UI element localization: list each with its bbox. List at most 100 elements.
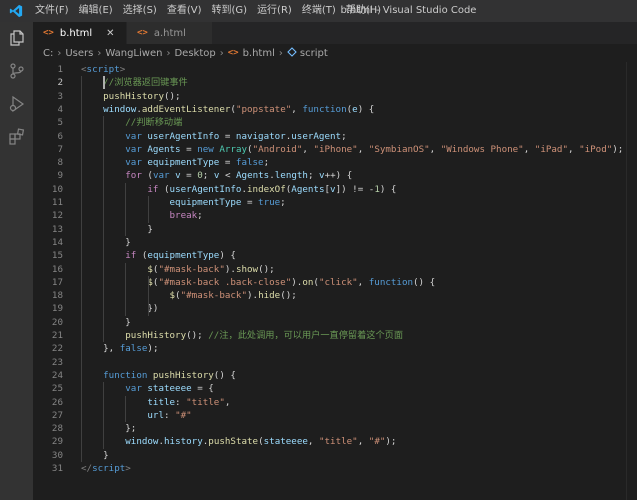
code-line: 17 $("#mask-back .back-close").on("click… <box>33 276 637 289</box>
code-line: 11 equipmentType = true; <box>33 196 637 209</box>
indent-guide <box>147 196 149 223</box>
code-token: () { <box>213 369 236 381</box>
code-token: $ <box>81 290 176 302</box>
run-debug-icon[interactable] <box>0 90 33 118</box>
code-token: (); <box>163 90 181 102</box>
code-text: url: "#" <box>81 409 192 422</box>
code-token: , <box>357 436 369 448</box>
code-token: = <box>219 130 236 142</box>
code-token: = <box>180 143 198 155</box>
code-token: } <box>81 223 153 235</box>
breadcrumb-file[interactable]: b.html <box>243 48 275 59</box>
code-token: indexOf <box>247 183 286 195</box>
code-line: 26 title: "title", <box>33 396 637 409</box>
code-token: Array <box>219 143 248 155</box>
html-file-icon: <> <box>227 48 239 58</box>
breadcrumb-users[interactable]: Users <box>65 48 93 59</box>
code-token: , <box>567 143 580 155</box>
code-token: "title" <box>318 436 358 448</box>
code-text: $("#mask-back").hide(); <box>81 289 297 302</box>
code-token: , <box>523 143 535 155</box>
code-text: var stateeee = { <box>81 382 214 395</box>
code-line: 25 var stateeee = { <box>33 382 637 395</box>
code-token: , <box>224 396 231 408</box>
indent-guide <box>125 182 127 236</box>
line-number: 22 <box>51 343 63 355</box>
code-token: ); <box>612 143 624 155</box>
line-number: 18 <box>51 290 63 302</box>
code-line: 30 } <box>33 449 637 462</box>
code-token: ). <box>291 276 303 288</box>
code-line: 2 //浏览器返回键事件 <box>33 76 637 89</box>
code-token: "iPad" <box>534 143 568 155</box>
code-token: title <box>81 396 176 408</box>
line-number: 7 <box>57 143 63 155</box>
code-token: ]) != - <box>335 183 375 195</box>
code-editor[interactable]: 1 <script> 2 //浏览器返回键事件 3 pushHistory(); 4 w… <box>33 62 637 500</box>
text-cursor <box>103 76 106 90</box>
menu-selection[interactable]: 选择(S) <box>118 0 162 22</box>
code-token: script <box>86 64 120 75</box>
line-number: 1 <box>57 64 63 75</box>
indent-guide <box>147 275 149 316</box>
files-icon[interactable] <box>0 24 33 52</box>
breadcrumb-desktop[interactable]: Desktop <box>174 48 215 59</box>
line-number: 25 <box>51 383 63 395</box>
source-control-icon[interactable] <box>0 57 33 85</box>
code-token: ); <box>147 343 159 355</box>
chevron-right-icon: › <box>57 47 62 59</box>
code-text: $("#mask-back .back-close").on("click", … <box>81 276 435 289</box>
menu-view[interactable]: 查看(V) <box>162 0 207 22</box>
code-token: Agents <box>147 143 181 155</box>
code-line: 22 }, false); <box>33 342 637 355</box>
code-text: //判断移动端 <box>81 116 182 129</box>
breadcrumb-drive[interactable]: C: <box>43 48 53 59</box>
tab-a-html[interactable]: <> a.html <box>127 22 213 44</box>
menu-go[interactable]: 转到(G) <box>207 0 253 22</box>
code-token: addEventListener <box>141 103 231 115</box>
code-token: ). <box>246 290 259 302</box>
code-token: show <box>235 263 259 275</box>
code-token: ; <box>202 170 214 182</box>
menu-run[interactable]: 运行(R) <box>252 0 297 22</box>
code-token: , <box>357 143 369 155</box>
code-token: function <box>81 369 153 381</box>
code-token: : <box>175 396 187 408</box>
extensions-icon[interactable] <box>0 123 33 151</box>
code-line: 15 if (equipmentType) { <box>33 249 637 262</box>
menu-file[interactable]: 文件(F) <box>30 0 74 22</box>
line-number: 20 <box>51 316 63 328</box>
breadcrumb-user[interactable]: WangLiwen <box>105 48 162 59</box>
code-token: Agents <box>236 170 270 182</box>
code-token: "Windows Phone" <box>440 143 524 155</box>
code-text: pushHistory(); <box>81 90 181 103</box>
code-token: }; <box>81 423 137 435</box>
code-token: if <box>81 183 164 195</box>
code-text: <script> <box>81 63 125 76</box>
line-number: 14 <box>51 236 63 248</box>
code-token: //判断移动端 <box>81 117 183 129</box>
tab-b-html[interactable]: <> b.html ✕ <box>33 22 127 44</box>
code-token: //注，此处调用，可以用户一直停留着这个页面 <box>208 330 404 341</box>
code-token: break <box>81 210 198 222</box>
line-number: 15 <box>51 250 63 262</box>
editor-scrollbar[interactable] <box>626 62 637 500</box>
code-token: var <box>152 170 176 182</box>
menu-help[interactable]: 帮助(H) <box>341 0 386 22</box>
menu-terminal[interactable]: 终端(T) <box>297 0 341 22</box>
code-token: "#" <box>175 409 192 421</box>
code-token: "popstate" <box>235 103 292 115</box>
close-icon[interactable]: ✕ <box>106 28 114 39</box>
code-token: ); <box>385 436 397 448</box>
breadcrumb-symbol[interactable]: script <box>300 48 328 59</box>
code-token: , <box>307 436 319 448</box>
menu-edit[interactable]: 编辑(E) <box>74 0 118 22</box>
code-line: 4 window.addEventListener("popstate", fu… <box>33 103 637 116</box>
html-file-icon: <> <box>137 28 148 38</box>
code-line: 23 <box>33 356 637 369</box>
editor-tab-bar: <> b.html ✕ <> a.html <box>33 22 637 44</box>
line-number: 8 <box>57 157 63 169</box>
line-number: 12 <box>51 210 63 222</box>
code-token: hide <box>258 290 281 302</box>
line-number: 9 <box>57 170 63 182</box>
